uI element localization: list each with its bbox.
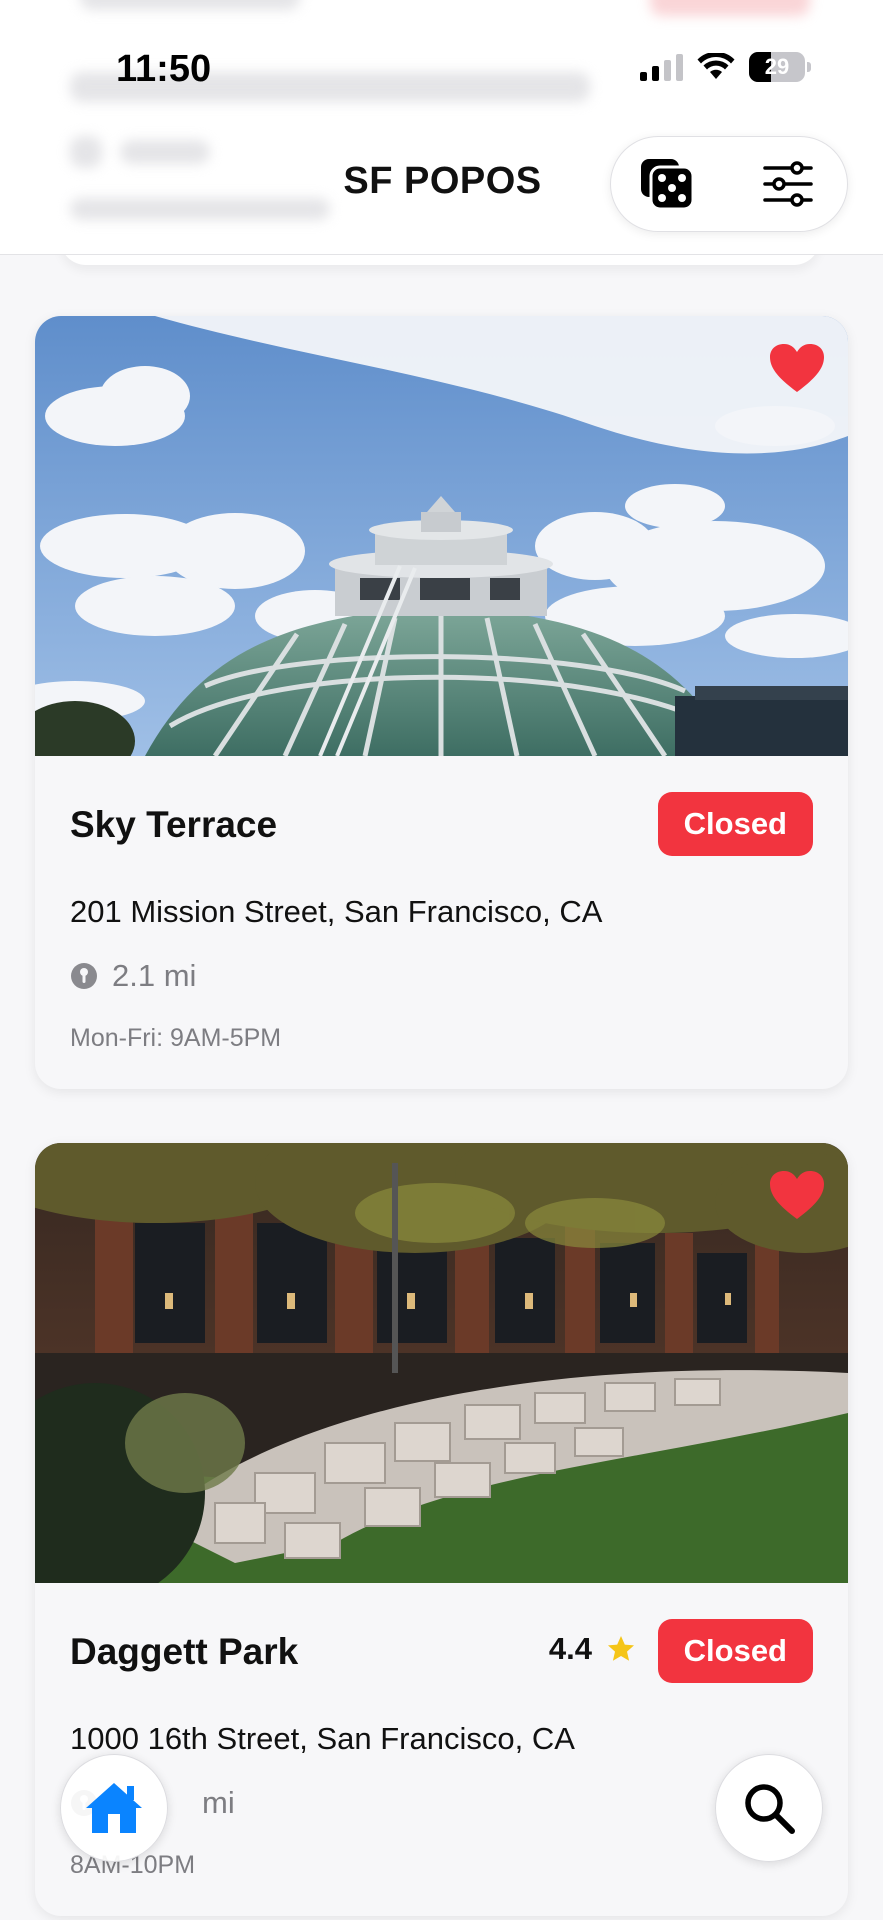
location-pin-icon <box>71 963 97 989</box>
home-button[interactable] <box>60 1754 168 1862</box>
screen: 11:50 29 SF POPOS Sky Terrace Closed 201… <box>0 0 883 1920</box>
place-name: Sky Terrace <box>70 804 278 845</box>
status-badge: Closed <box>657 1619 813 1683</box>
cellular-signal-icon <box>640 53 683 81</box>
top-bar: 11:50 29 SF POPOS <box>0 0 883 255</box>
header-actions <box>610 136 848 232</box>
distance-text: 2.1 mi <box>112 958 197 993</box>
status-badge: Closed <box>657 792 813 856</box>
place-distance: 2.1 mi <box>70 958 196 994</box>
favorite-heart-icon[interactable] <box>768 342 826 399</box>
distance-text: mi <box>202 1785 235 1820</box>
status-icons: 29 <box>640 52 811 82</box>
filter-sliders-icon[interactable] <box>763 161 813 212</box>
search-icon <box>745 1784 795 1834</box>
place-name: Daggett Park <box>70 1631 299 1672</box>
place-photo <box>35 1143 848 1583</box>
star-icon <box>608 1636 634 1661</box>
favorite-heart-icon[interactable] <box>768 1169 826 1226</box>
battery-level: 29 <box>764 54 790 79</box>
place-card[interactable]: Sky Terrace Closed 201 Mission Street, S… <box>35 316 848 1089</box>
page-title-text: SF POPOS <box>343 160 542 202</box>
wifi-icon <box>697 53 735 79</box>
place-hours: Mon-Fri: 9AM-5PM <box>70 1024 282 1052</box>
house-icon <box>86 1783 142 1833</box>
place-address: 1000 16th Street, San Francisco, CA <box>70 1721 575 1756</box>
place-address: 201 Mission Street, San Francisco, CA <box>70 894 603 929</box>
dice-icon[interactable] <box>639 157 697 218</box>
place-rating: 4.4 <box>549 1631 636 1667</box>
battery-icon: 29 <box>749 52 811 82</box>
search-button[interactable] <box>715 1754 823 1862</box>
rating-value: 4.4 <box>548 1631 592 1666</box>
place-photo <box>35 316 848 756</box>
status-time: 11:50 <box>116 48 212 90</box>
